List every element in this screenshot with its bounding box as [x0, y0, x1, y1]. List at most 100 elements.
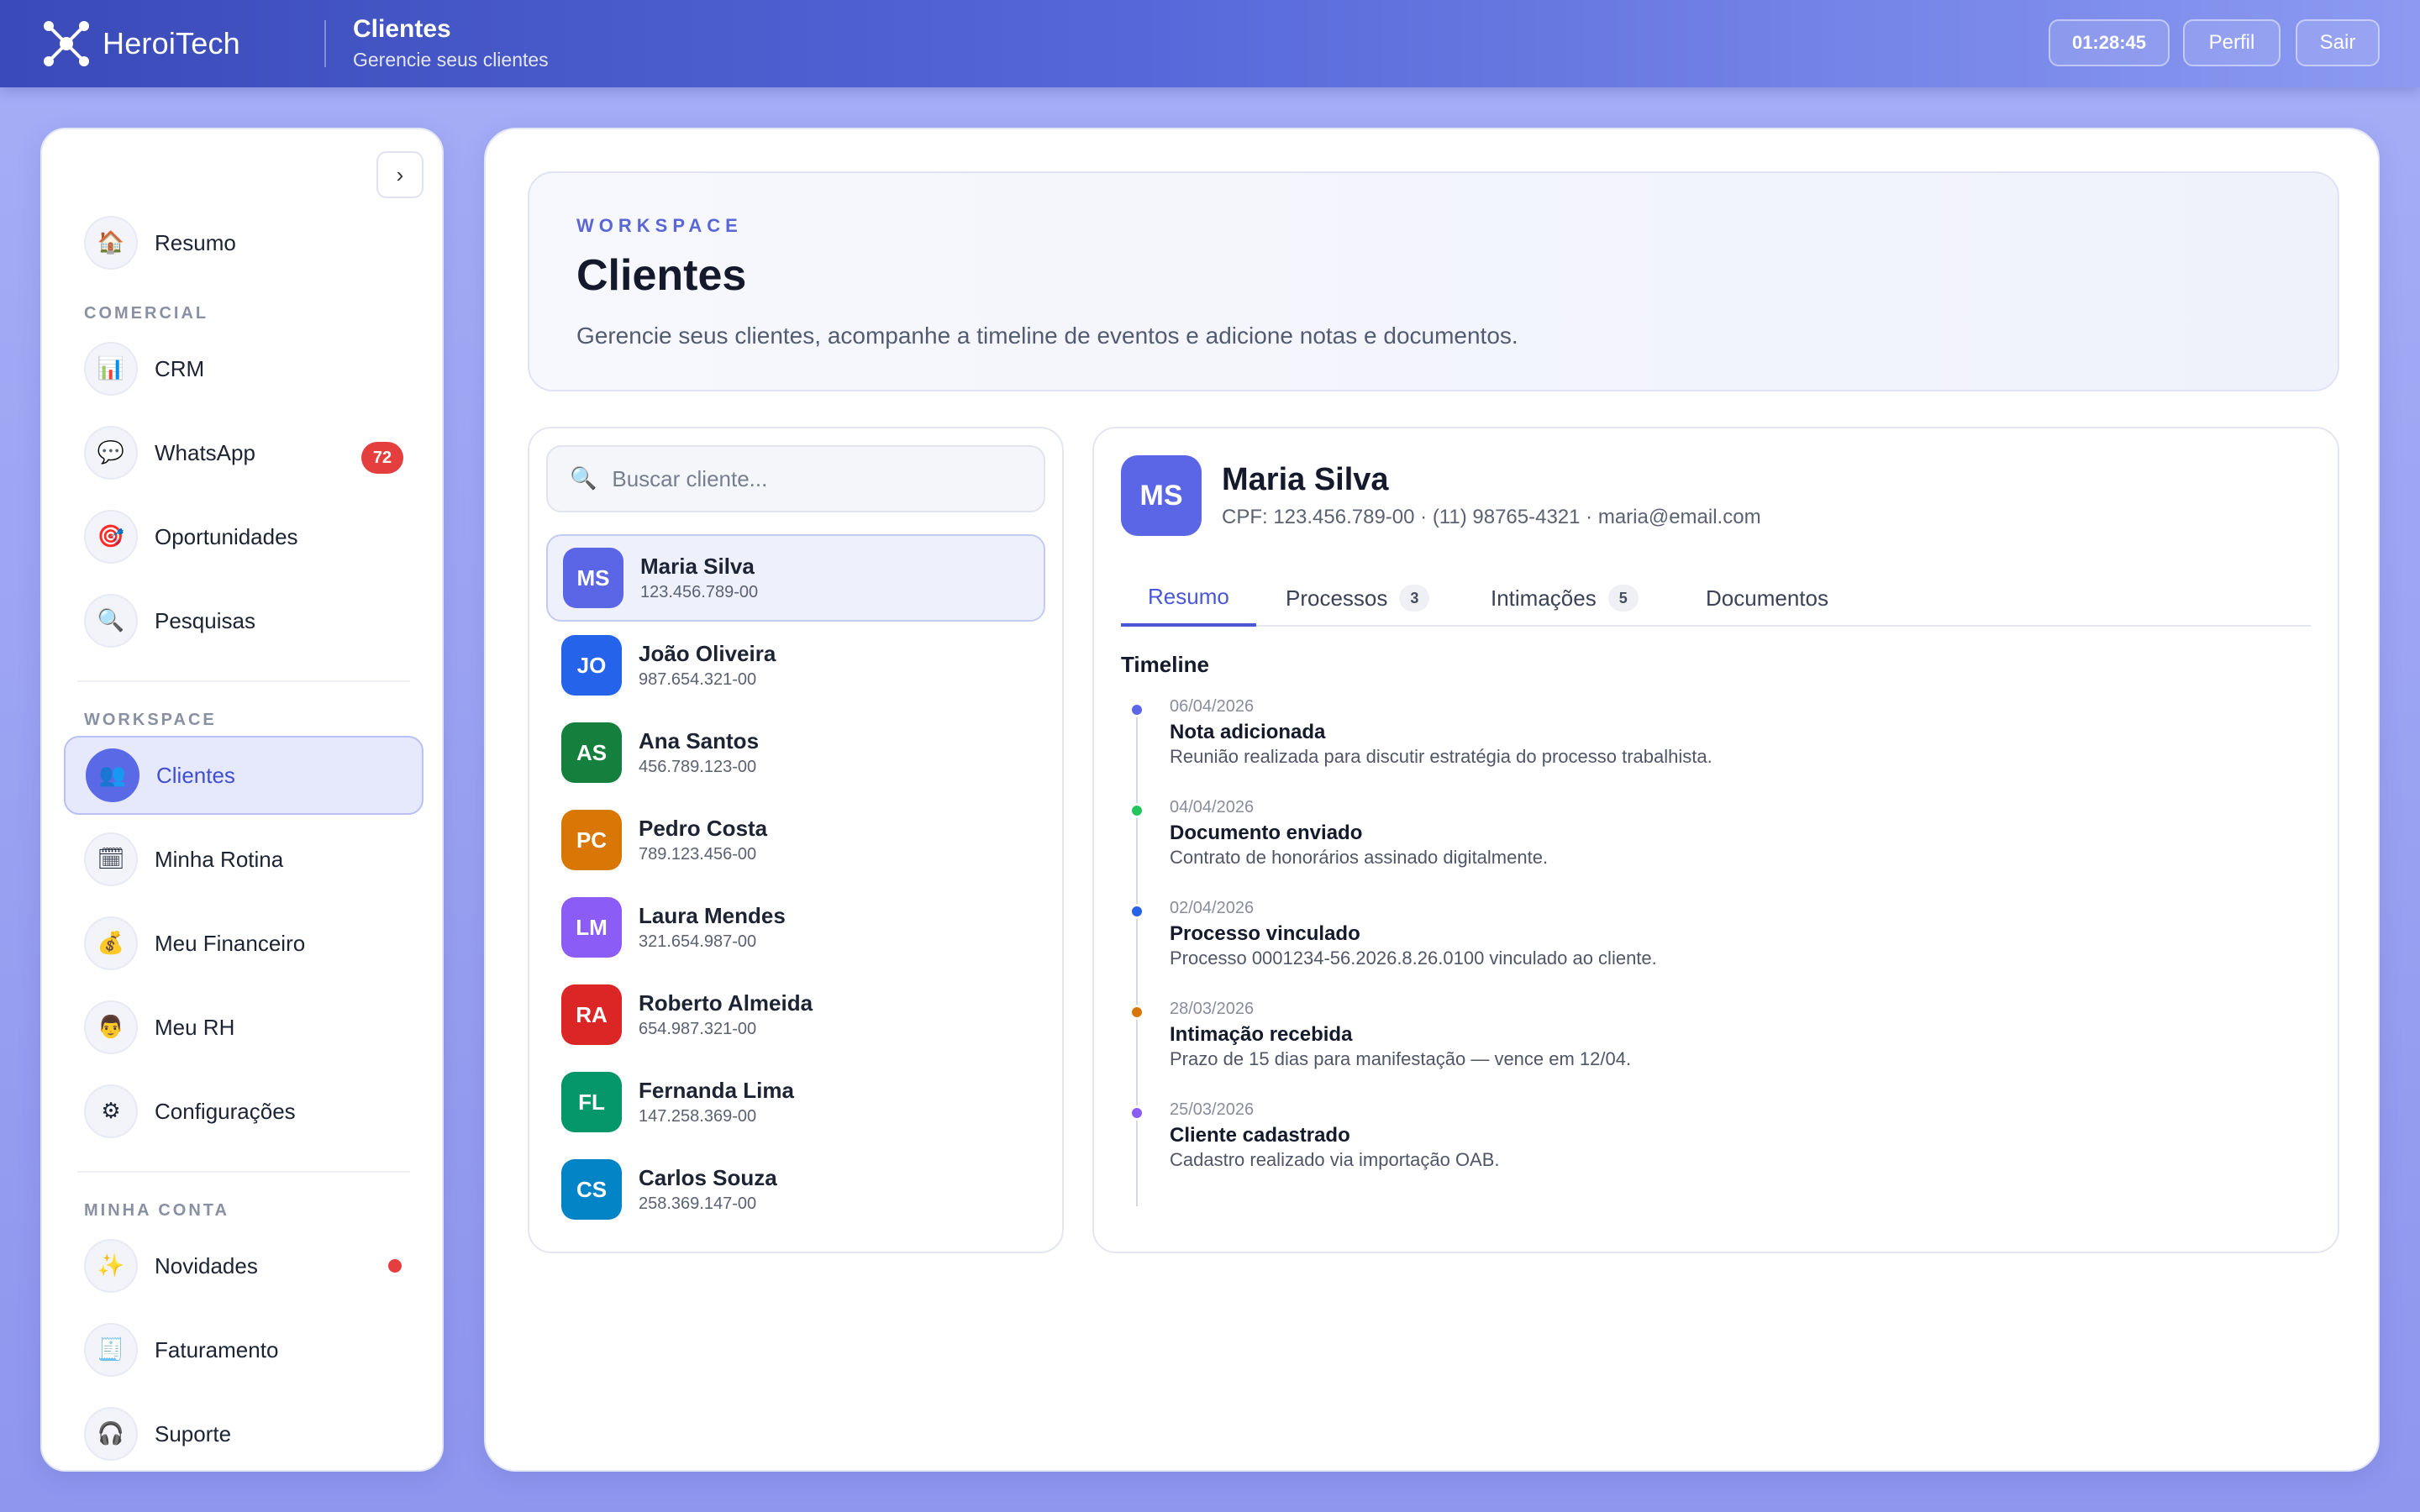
detail-client-name: Maria Silva: [1222, 462, 1389, 497]
sidebar-item-clientes[interactable]: 👥 Clientes: [64, 736, 424, 815]
sidebar-item-meu-rh[interactable]: 👨 Meu RH: [64, 988, 424, 1067]
sidebar-item-label: Novidades: [155, 1252, 258, 1278]
sidebar-item-faturamento[interactable]: 🧾 Faturamento: [64, 1310, 424, 1389]
sidebar-item-novidades[interactable]: ✨ Novidades: [64, 1226, 424, 1305]
sidebar-item-pesquisas[interactable]: 🔍 Pesquisas: [64, 581, 424, 660]
collapse-sidebar-button[interactable]: ›: [376, 151, 424, 198]
event-date: 25/03/2026: [1170, 1100, 1255, 1119]
sidebar-item-oportunidades[interactable]: 🎯 Oportunidades: [64, 497, 424, 576]
tab-processos[interactable]: Processos 3: [1286, 570, 1430, 627]
client-cpf: 654.987.321-00: [639, 1020, 757, 1038]
client-row[interactable]: LM Laura Mendes 321.654.987-00: [546, 884, 1045, 971]
top-bar: HeroiTech Clientes Gerencie seus cliente…: [0, 0, 2420, 87]
users-icon: 👥: [86, 748, 139, 802]
sidebar-item-label: Faturamento: [155, 1336, 279, 1362]
event-title: Cliente cadastrado: [1170, 1124, 1350, 1147]
session-clock: 01:28:45: [2049, 19, 2170, 66]
sidebar-item-label: Resumo: [155, 229, 236, 255]
timeline-dot: [1129, 1005, 1144, 1020]
timeline-dot: [1129, 702, 1144, 717]
brand-name: HeroiTech: [103, 26, 240, 60]
client-row[interactable]: AS Ana Santos 456.789.123-00: [546, 709, 1045, 796]
client-row[interactable]: FL Fernanda Lima 147.258.369-00: [546, 1058, 1045, 1146]
client-row[interactable]: CS Carlos Souza 258.369.147-00: [546, 1146, 1045, 1233]
chat-icon: 💬: [84, 426, 138, 480]
sidebar-item-configuracoes[interactable]: ⚙ Configurações: [64, 1072, 424, 1151]
sidebar-item-label: Suporte: [155, 1420, 232, 1446]
sidebar-item-label: Clientes: [156, 762, 235, 788]
event-title: Intimação recebida: [1170, 1023, 1353, 1046]
client-info: Laura Mendes 321.654.987-00: [639, 903, 786, 952]
client-avatar: AS: [561, 722, 622, 783]
sidebar-item-meu-financeiro[interactable]: 💰 Meu Financeiro: [64, 904, 424, 983]
profile-button[interactable]: Perfil: [2183, 19, 2281, 66]
sidebar-divider: [77, 680, 410, 682]
client-cpf: 789.123.456-00: [639, 845, 757, 864]
sidebar-item-suporte[interactable]: 🎧 Suporte: [64, 1394, 424, 1470]
client-row[interactable]: JO João Oliveira 987.654.321-00: [546, 622, 1045, 709]
client-detail-panel: MS Maria Silva CPF: 123.456.789-00 · (11…: [1092, 427, 2339, 1253]
search-box: 🔍: [546, 445, 1045, 512]
client-row[interactable]: RA Roberto Almeida 654.987.321-00: [546, 971, 1045, 1058]
client-info: Fernanda Lima 147.258.369-00: [639, 1078, 794, 1126]
client-avatar: PC: [561, 810, 622, 870]
chart-icon: 📊: [84, 342, 138, 396]
client-avatar: RA: [561, 984, 622, 1045]
whatsapp-unread-badge: 72: [361, 442, 403, 474]
sidebar-item-label: Meu RH: [155, 1014, 235, 1040]
client-avatar: JO: [561, 635, 622, 696]
header-description: Gerencie seus clientes, acompanhe a time…: [576, 323, 1518, 349]
client-row[interactable]: MS Maria Silva 123.456.789-00: [546, 534, 1045, 622]
tab-label: Intimações: [1491, 585, 1597, 611]
novidades-unread-dot: [388, 1259, 402, 1273]
sidebar-item-label: Meu Financeiro: [155, 930, 306, 956]
timeline-event: 25/03/2026 Cliente cadastrado Cadastro r…: [1129, 1100, 2222, 1184]
client-cpf: 258.369.147-00: [639, 1194, 757, 1213]
search-input[interactable]: [612, 465, 1016, 492]
home-icon: 🏠: [84, 216, 138, 270]
tab-label: Resumo: [1148, 583, 1229, 609]
sidebar: › 🏠 Resumo COMERCIAL 📊 CRM 💬 WhatsApp 72…: [40, 128, 444, 1472]
tab-resumo[interactable]: Resumo: [1121, 570, 1256, 627]
brand[interactable]: HeroiTech: [40, 18, 240, 69]
sidebar-item-resumo[interactable]: 🏠 Resumo: [64, 203, 424, 282]
sidebar-divider: [77, 1171, 410, 1173]
logout-button[interactable]: Sair: [2296, 19, 2380, 66]
client-name: Fernanda Lima: [639, 1078, 794, 1103]
page-title: Clientes: [353, 15, 451, 43]
header-eyebrow: WORKSPACE: [576, 215, 743, 236]
tab-intimacoes[interactable]: Intimações 5: [1491, 570, 1639, 627]
client-name: Maria Silva: [640, 554, 755, 579]
section-label-minha-conta: MINHA CONTA: [84, 1201, 229, 1220]
sidebar-item-label: WhatsApp: [155, 439, 255, 465]
timeline-event: 28/03/2026 Intimação recebida Prazo de 1…: [1129, 1000, 2222, 1084]
tab-label: Documentos: [1706, 585, 1828, 611]
tab-label: Processos: [1286, 585, 1388, 611]
page-subtitle: Gerencie seus clientes: [353, 49, 549, 71]
target-icon: 🎯: [84, 510, 138, 564]
client-name: Laura Mendes: [639, 903, 786, 928]
client-row[interactable]: PC Pedro Costa 789.123.456-00: [546, 796, 1045, 884]
sidebar-item-minha-rotina[interactable]: 🗓 Minha Rotina: [64, 820, 424, 899]
sidebar-item-label: Oportunidades: [155, 523, 298, 549]
event-title: Nota adicionada: [1170, 721, 1326, 743]
sidebar-item-crm[interactable]: 📊 CRM: [64, 329, 424, 408]
timeline-dot: [1129, 803, 1144, 818]
tab-count-badge: 5: [1607, 585, 1639, 612]
event-title: Processo vinculado: [1170, 922, 1360, 945]
calendar-icon: 🗓: [84, 832, 138, 886]
tab-documentos[interactable]: Documentos: [1706, 570, 1828, 627]
detail-tabs: Resumo Processos 3 Intimações 5 Document…: [1121, 570, 2311, 627]
client-info: Ana Santos 456.789.123-00: [639, 728, 759, 777]
receipt-icon: 🧾: [84, 1323, 138, 1377]
client-name: Pedro Costa: [639, 816, 768, 841]
topbar-divider: [324, 20, 326, 67]
client-list-panel: 🔍 MS Maria Silva 123.456.789-00 JO João …: [528, 427, 1064, 1253]
client-name: Roberto Almeida: [639, 990, 813, 1016]
client-avatar: MS: [563, 548, 623, 608]
event-description: Cadastro realizado via importação OAB.: [1170, 1149, 1500, 1170]
client-cpf: 456.789.123-00: [639, 758, 757, 776]
timeline-dot: [1129, 904, 1144, 919]
client-avatar: FL: [561, 1072, 622, 1132]
client-info: Roberto Almeida 654.987.321-00: [639, 990, 813, 1039]
